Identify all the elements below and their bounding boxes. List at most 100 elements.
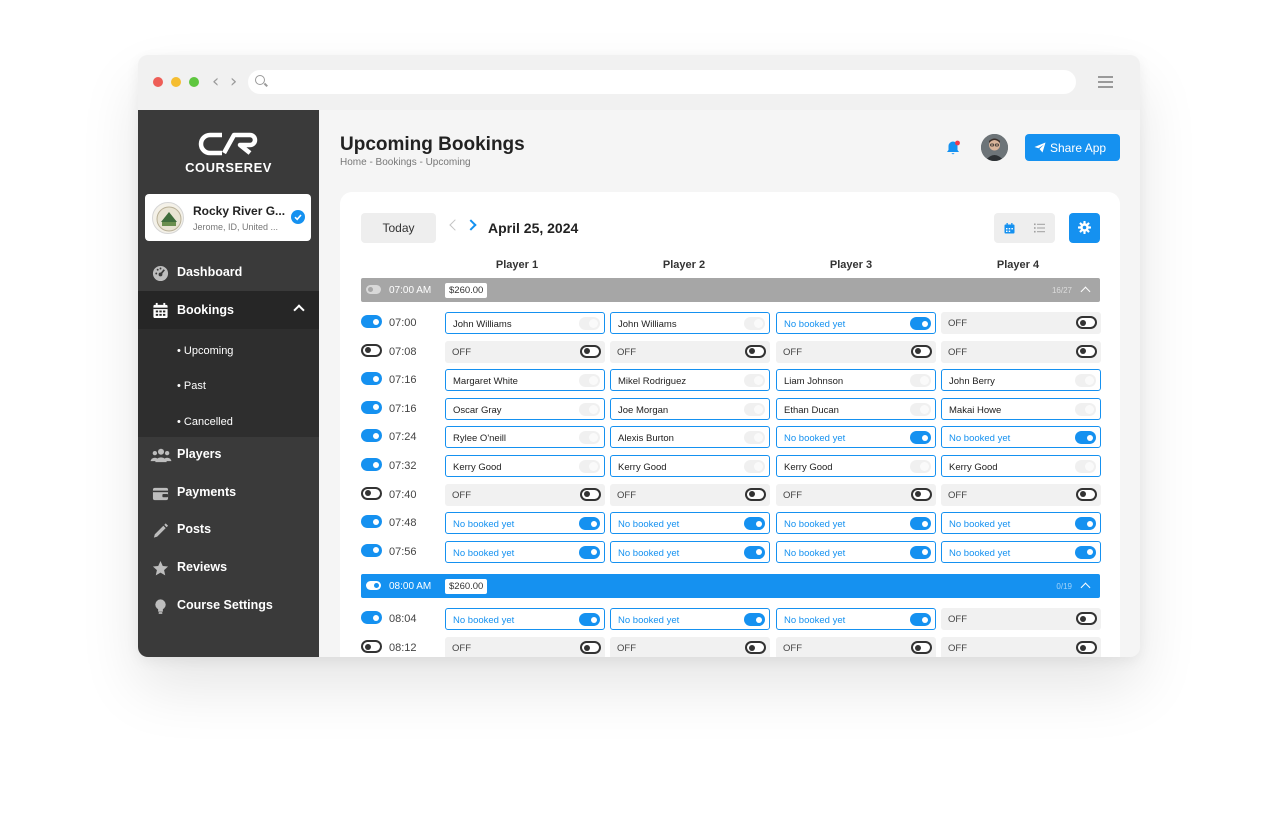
today-button[interactable]: Today — [361, 213, 436, 243]
player-slot-toggle[interactable] — [744, 317, 765, 330]
player-slot-toggle[interactable] — [579, 517, 600, 531]
player-slot-toggle[interactable] — [910, 402, 931, 416]
chevron-up-icon[interactable] — [1080, 582, 1091, 593]
player-slot[interactable]: No booked yet — [776, 312, 936, 334]
settings-button[interactable] — [1069, 213, 1100, 243]
group-toggle[interactable] — [366, 581, 381, 591]
tee-time-group-header[interactable]: 07:00 AM $260.00 16/27 — [361, 278, 1100, 302]
slot-toggle[interactable] — [361, 400, 382, 414]
player-slot-toggle[interactable] — [579, 460, 600, 473]
player-slot[interactable]: OFF — [776, 483, 936, 506]
player-slot-toggle[interactable] — [745, 487, 766, 501]
sidebar-item-bookings[interactable]: Bookings — [138, 291, 319, 329]
player-slot[interactable]: OFF — [941, 483, 1101, 506]
player-slot[interactable]: OFF — [776, 340, 936, 363]
player-slot-toggle[interactable] — [744, 402, 765, 416]
player-slot[interactable]: OFF — [610, 637, 770, 657]
player-slot[interactable]: No booked yet — [776, 608, 936, 631]
player-slot-toggle[interactable] — [1076, 641, 1097, 654]
player-slot[interactable]: Kerry Good — [445, 455, 605, 477]
player-slot[interactable]: OFF — [445, 637, 605, 657]
slot-toggle[interactable] — [361, 458, 382, 471]
player-slot[interactable]: Oscar Gray — [445, 397, 605, 420]
player-slot-toggle[interactable] — [910, 460, 931, 473]
sidebar-subitem-upcoming[interactable]: • Upcoming — [177, 345, 233, 357]
player-slot-toggle[interactable] — [745, 344, 766, 358]
share-app-button[interactable]: Share App — [1025, 134, 1120, 161]
player-slot[interactable]: No booked yet — [941, 426, 1101, 449]
group-price[interactable]: $260.00 — [445, 283, 488, 298]
player-slot[interactable]: Alexis Burton — [610, 426, 770, 449]
player-slot[interactable]: OFF — [445, 340, 605, 363]
sidebar-item-posts[interactable]: Posts — [138, 512, 319, 548]
player-slot[interactable]: No booked yet — [610, 512, 770, 535]
player-slot-toggle[interactable] — [1075, 460, 1096, 473]
slot-toggle[interactable] — [361, 640, 382, 653]
player-slot-toggle[interactable] — [579, 431, 600, 445]
player-slot-toggle[interactable] — [580, 641, 601, 654]
player-slot-toggle[interactable] — [744, 517, 765, 531]
group-toggle[interactable] — [366, 285, 381, 294]
player-slot[interactable]: OFF — [941, 637, 1101, 657]
group-price[interactable]: $260.00 — [445, 579, 488, 595]
player-slot-toggle[interactable] — [579, 613, 600, 627]
player-slot[interactable]: No booked yet — [445, 512, 605, 535]
player-slot[interactable]: No booked yet — [941, 512, 1101, 535]
sidebar-item-course-settings[interactable]: Course Settings — [138, 588, 319, 624]
chevron-left-icon[interactable] — [449, 219, 461, 231]
player-slot-toggle[interactable] — [744, 613, 765, 627]
slot-toggle[interactable] — [361, 315, 382, 328]
player-slot-toggle[interactable] — [1076, 612, 1097, 626]
slot-toggle[interactable] — [361, 429, 382, 443]
maximize-window-dot[interactable] — [189, 77, 199, 87]
player-slot[interactable]: Kerry Good — [776, 455, 936, 477]
slot-toggle[interactable] — [361, 372, 382, 386]
player-slot[interactable]: John Williams — [445, 312, 605, 334]
sidebar-item-dashboard[interactable]: Dashboard — [138, 255, 319, 291]
player-slot[interactable]: Kerry Good — [941, 455, 1101, 477]
player-slot-toggle[interactable] — [1076, 344, 1097, 358]
course-selector[interactable]: Rocky River G... Jerome, ID, United ... — [145, 194, 311, 241]
chevron-up-icon[interactable] — [1080, 286, 1091, 297]
close-window-dot[interactable] — [153, 77, 163, 87]
address-bar[interactable] — [248, 70, 1076, 94]
player-slot[interactable]: OFF — [941, 340, 1101, 363]
player-slot-toggle[interactable] — [1076, 316, 1097, 329]
slot-toggle[interactable] — [361, 486, 382, 500]
player-slot-toggle[interactable] — [744, 460, 765, 473]
player-slot[interactable]: John Williams — [610, 312, 770, 334]
slot-toggle[interactable] — [361, 515, 382, 529]
chevron-up-icon[interactable] — [293, 304, 305, 316]
player-slot[interactable]: Ethan Ducan — [776, 397, 936, 420]
player-slot[interactable]: OFF — [941, 312, 1101, 334]
player-slot-toggle[interactable] — [911, 641, 932, 654]
back-arrow-icon[interactable]: ‹ — [212, 71, 219, 92]
sidebar-item-payments[interactable]: Payments — [138, 475, 319, 511]
player-slot-toggle[interactable] — [580, 344, 601, 358]
player-slot-toggle[interactable] — [744, 545, 765, 559]
player-slot-toggle[interactable] — [1075, 517, 1096, 531]
player-slot-toggle[interactable] — [579, 374, 600, 388]
player-slot-toggle[interactable] — [579, 317, 600, 330]
player-slot-toggle[interactable] — [910, 517, 931, 531]
player-slot-toggle[interactable] — [579, 545, 600, 559]
player-slot[interactable]: OFF — [776, 637, 936, 657]
sidebar-subitem-cancelled[interactable]: • Cancelled — [177, 416, 233, 428]
player-slot[interactable]: No booked yet — [610, 608, 770, 631]
player-slot[interactable]: Margaret White — [445, 369, 605, 392]
player-slot-toggle[interactable] — [1075, 374, 1096, 388]
sidebar-subitem-past[interactable]: • Past — [177, 380, 206, 392]
brand-logo[interactable]: COURSEREV — [138, 130, 319, 175]
slot-toggle[interactable] — [361, 343, 382, 357]
player-slot[interactable]: OFF — [610, 340, 770, 363]
sidebar-item-reviews[interactable]: Reviews — [138, 550, 319, 586]
chevron-right-icon[interactable] — [465, 219, 477, 231]
player-slot-toggle[interactable] — [745, 641, 766, 654]
player-slot-toggle[interactable] — [1075, 431, 1096, 445]
player-slot-toggle[interactable] — [744, 374, 765, 388]
slot-toggle[interactable] — [361, 543, 382, 557]
player-slot-toggle[interactable] — [744, 431, 765, 445]
player-slot-toggle[interactable] — [911, 487, 932, 501]
player-slot-toggle[interactable] — [910, 431, 931, 445]
player-slot-toggle[interactable] — [910, 545, 931, 559]
